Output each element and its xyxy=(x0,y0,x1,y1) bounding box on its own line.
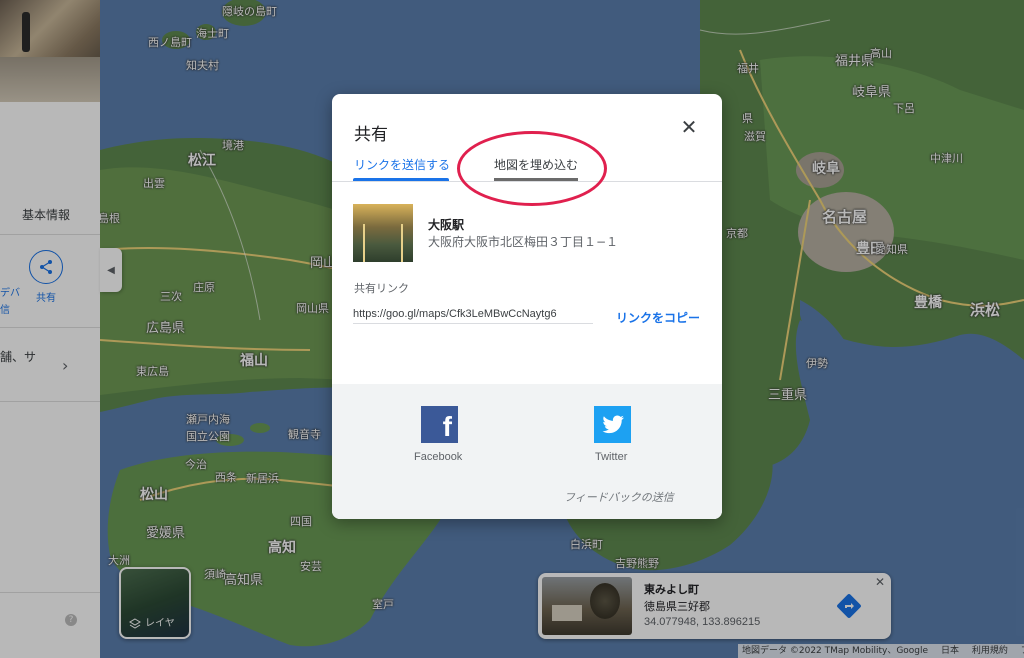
social-share-area: f Facebook Twitter フィードバックの送信 xyxy=(332,384,722,519)
tab-embed-map[interactable]: 地図を埋め込む xyxy=(494,156,578,180)
share-dialog: 共有 ✕ リンクを送信する 地図を埋め込む 大阪駅 大阪府大阪市北区梅田３丁目１… xyxy=(332,94,722,519)
twitter-bird-icon xyxy=(601,415,624,433)
dialog-title: 共有 xyxy=(354,125,388,144)
facebook-glyph: f xyxy=(442,411,452,442)
share-link-label: 共有リンク xyxy=(354,282,409,295)
place-thumbnail xyxy=(353,204,413,262)
place-address: 大阪府大阪市北区梅田３丁目１−１ xyxy=(428,235,619,249)
twitter-label[interactable]: Twitter xyxy=(595,451,627,463)
share-link-field[interactable] xyxy=(353,304,593,324)
place-name: 大阪駅 xyxy=(428,218,465,232)
facebook-label[interactable]: Facebook xyxy=(414,451,462,463)
facebook-icon[interactable]: f xyxy=(421,406,458,443)
close-icon[interactable]: ✕ xyxy=(678,115,700,139)
tab-divider xyxy=(332,181,722,182)
thumbnail-rails xyxy=(363,224,403,262)
send-feedback-link[interactable]: フィードバックの送信 xyxy=(564,489,674,505)
copy-link-button[interactable]: リンクをコピー xyxy=(616,309,700,326)
twitter-icon[interactable] xyxy=(594,406,631,443)
tab-send-link[interactable]: リンクを送信する xyxy=(354,156,450,180)
